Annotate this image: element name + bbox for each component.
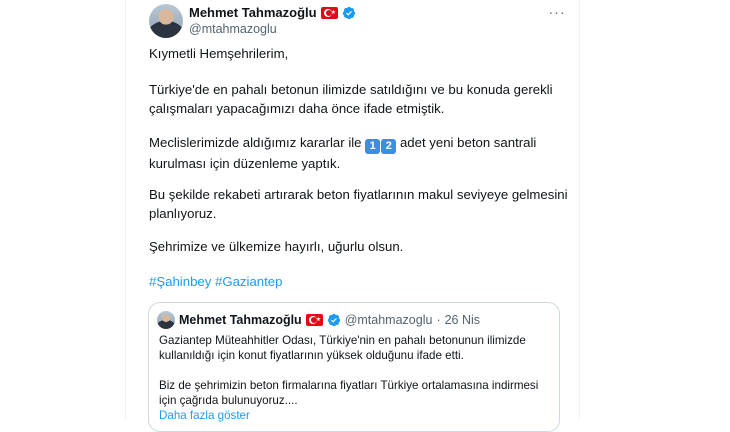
meta-separator: · bbox=[436, 313, 441, 327]
hashtag-link[interactable]: #Şahinbey bbox=[149, 274, 211, 289]
quoted-author-handle: @mtahmazoglu bbox=[344, 313, 433, 327]
tweet-hashtags: #Şahinbey #Gaziantep bbox=[149, 272, 282, 291]
tweet-card: Mehmet Tahmazoğlu ★ @mtahmazoglu ··· Kıy… bbox=[125, 0, 580, 432]
quoted-paragraph-1: Gaziantep Müteahhitler Odası, Türkiye'ni… bbox=[159, 334, 526, 362]
quoted-tweet-date: 26 Nis bbox=[444, 313, 481, 327]
tweet-paragraph-2: Türkiye'de en pahalı betonun ilimizde sa… bbox=[149, 82, 553, 116]
author-handle[interactable]: @mtahmazoglu bbox=[189, 22, 277, 36]
author-name-row: Mehmet Tahmazoğlu ★ bbox=[189, 5, 356, 20]
show-more-link[interactable]: Daha fazla göster bbox=[159, 408, 554, 423]
quoted-tweet-text: Gaziantep Müteahhitler Odası, Türkiye'ni… bbox=[159, 333, 554, 423]
author-name[interactable]: Mehmet Tahmazoğlu bbox=[189, 5, 317, 20]
quoted-paragraph-2: Biz de şehrimizin beton firmalarına fiya… bbox=[159, 379, 539, 407]
turkey-flag-icon: ★ bbox=[305, 314, 323, 326]
verified-badge-icon bbox=[327, 313, 340, 327]
tweet-paragraph-1: Kıymetli Hemşehrilerim, bbox=[149, 46, 289, 61]
keycap-2-icon: 2 bbox=[381, 139, 397, 154]
author-avatar[interactable] bbox=[149, 4, 183, 38]
tweet-header: Mehmet Tahmazoğlu ★ @mtahmazoglu ··· bbox=[149, 4, 567, 38]
turkey-flag-icon: ★ bbox=[320, 6, 338, 19]
more-options-icon[interactable]: ··· bbox=[547, 5, 567, 22]
quoted-author-avatar bbox=[157, 311, 175, 329]
verified-badge-icon bbox=[342, 6, 355, 19]
quoted-tweet[interactable]: Mehmet Tahmazoğlu ★ @mtahmazoglu · 26 Ni… bbox=[148, 302, 560, 432]
quoted-tweet-header: Mehmet Tahmazoğlu ★ @mtahmazoglu · 26 Ni… bbox=[157, 311, 480, 329]
quoted-author-name: Mehmet Tahmazoğlu bbox=[179, 313, 302, 327]
hashtag-link[interactable]: #Gaziantep bbox=[215, 274, 282, 289]
paragraph-3-start: Meclislerimizde aldığımız kararlar ile bbox=[149, 135, 366, 150]
tweet-paragraph-3: Meclislerimizde aldığımız kararlar ile 1… bbox=[149, 133, 569, 173]
keycap-1-icon: 1 bbox=[365, 139, 381, 154]
tweet-paragraph-4: Bu şekilde rekabeti artırarak beton fiya… bbox=[149, 187, 568, 221]
tweet-paragraph-5: Şehrimize ve ülkemize hayırlı, uğurlu ol… bbox=[149, 239, 404, 254]
